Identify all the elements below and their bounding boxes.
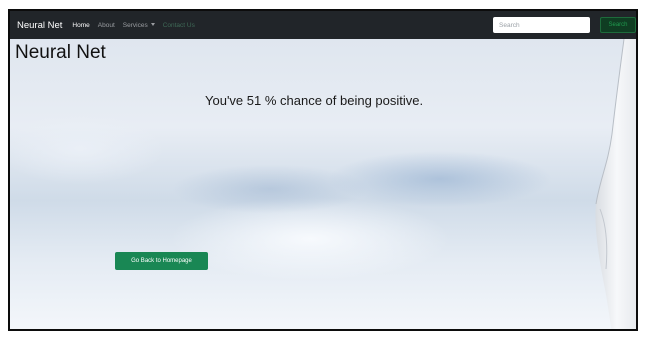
- navbar: Neural Net Home About Services Contact U…: [10, 11, 636, 39]
- nav-dropdown-services[interactable]: Services: [123, 22, 155, 29]
- doctor-coat-illustration: [595, 39, 636, 329]
- prediction-result: You've 51 % chance of being positive.: [205, 93, 424, 108]
- caret-down-icon: [150, 23, 155, 27]
- back-to-homepage-button[interactable]: Go Back to Homepage: [115, 252, 208, 270]
- doctor-coat-image: [594, 39, 636, 329]
- navbar-brand[interactable]: Neural Net: [17, 20, 62, 31]
- nav-link-home[interactable]: Home: [72, 22, 89, 29]
- page-title: Neural Net: [15, 42, 106, 63]
- nav-dropdown-services-label: Services: [122, 21, 148, 29]
- nav-link-contact-us: Contact Us: [162, 21, 195, 29]
- search-button[interactable]: Search: [600, 17, 636, 33]
- nav-link-about[interactable]: About: [98, 22, 115, 29]
- app-window: Neural Net Home About Services Contact U…: [8, 9, 638, 331]
- main-content: Neural Net You've 51 % chance of being p…: [10, 39, 636, 329]
- search-input[interactable]: [493, 17, 590, 33]
